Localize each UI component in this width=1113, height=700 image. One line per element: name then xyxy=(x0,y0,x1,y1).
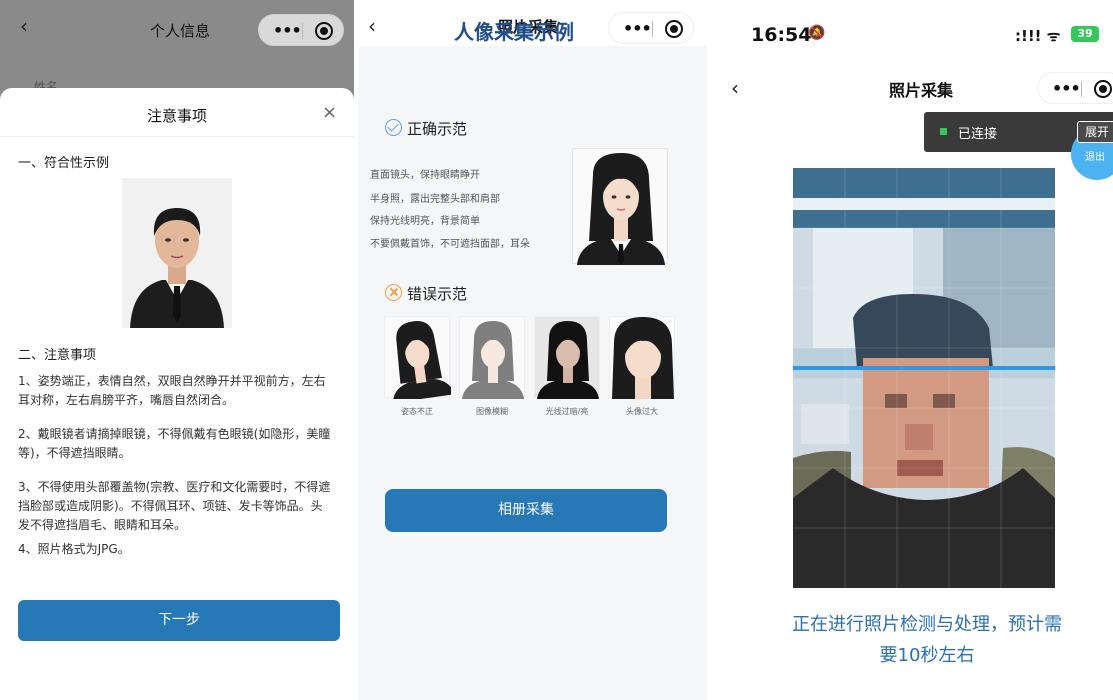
close-mini-program-icon[interactable] xyxy=(1094,80,1112,98)
wrong-caption: 图像模糊 xyxy=(476,407,508,416)
sample-portrait-photo xyxy=(122,178,232,328)
camera-preview xyxy=(793,168,1055,588)
wrong-sample-blurry xyxy=(459,316,525,399)
wrong-sample-lighting xyxy=(534,316,600,399)
section-heading-example: 一、符合性示例 xyxy=(18,156,110,171)
back-icon[interactable]: ‹ xyxy=(368,16,376,36)
mute-icon: 🔕 xyxy=(808,25,826,41)
status-time: 16:54 xyxy=(751,24,812,46)
close-icon[interactable]: × xyxy=(322,102,337,123)
signal-wifi-icon: :!!! ᯤ xyxy=(1015,27,1061,45)
notice-panel: ‹ 个人信息 ••• 姓名 注意事项 × 一、符合性示例 二、注意事项 1、姿势… xyxy=(0,0,354,700)
wrong-caption: 光线过暗/亮 xyxy=(545,407,589,416)
rule-item: 保持光线明亮，背景简单 xyxy=(370,216,480,227)
mini-program-capsule: ••• xyxy=(1037,72,1113,104)
scan-line xyxy=(793,366,1055,370)
sample-guide-panel: ‹ 照片采集 ••• 人像采集示例 正确示范 直面镜头，保持眼睛睁开 半身照，露… xyxy=(358,0,707,700)
wrong-heading: 错误示范 xyxy=(385,283,505,305)
next-step-button[interactable]: 下一步 xyxy=(18,600,340,641)
x-circle-icon xyxy=(385,284,402,301)
wrong-caption: 姿态不正 xyxy=(401,407,433,416)
notice-sheet: 注意事项 × 一、符合性示例 二、注意事项 1、姿势端正，表情自然，双眼自然睁开… xyxy=(0,88,354,700)
connected-status-icon xyxy=(940,128,947,135)
rule-item: 直面镜头，保持眼睛睁开 xyxy=(370,170,480,181)
note-item: 4、照片格式为JPG。 xyxy=(18,542,130,556)
page-title: 人像采集示例 xyxy=(454,20,574,44)
navigation-bar: ‹ 个人信息 ••• xyxy=(0,0,354,58)
wrong-caption: 头像过大 xyxy=(626,407,658,416)
rule-item: 不要佩戴首饰，不可遮挡面部，耳朵 xyxy=(370,239,530,250)
nav-title: 个人信息 xyxy=(150,22,211,40)
more-icon[interactable]: ••• xyxy=(1052,79,1081,98)
more-icon[interactable]: ••• xyxy=(273,21,302,40)
processing-message: 正在进行照片检测与处理，预计需要10秒左右 xyxy=(792,614,1062,666)
wrong-heading-label: 错误示范 xyxy=(407,285,468,303)
more-icon[interactable]: ••• xyxy=(623,19,652,38)
section-heading-notes: 二、注意事项 xyxy=(18,348,97,363)
mini-program-capsule: ••• xyxy=(608,12,694,44)
connected-text: 已连接 xyxy=(958,127,998,142)
wrong-sample-tilted xyxy=(384,316,455,403)
sheet-title: 注意事项 xyxy=(146,107,207,125)
close-mini-program-icon[interactable] xyxy=(665,20,683,38)
close-mini-program-icon[interactable] xyxy=(315,22,333,40)
capture-panel: 16:54 🔕 :!!! ᯤ 39 ‹ 照片采集 ••• 已连接 退出 展开 正… xyxy=(711,0,1113,700)
correct-heading-label: 正确示范 xyxy=(407,120,468,138)
note-item: 2、戴眼镜者请摘掉眼镜，不得佩戴有色眼镜(如隐形，美瞳等)，不得遮挡眼睛。 xyxy=(18,427,331,460)
back-icon[interactable]: ‹ xyxy=(20,16,28,36)
wrong-sample-oversized xyxy=(609,316,675,399)
album-capture-button[interactable]: 相册采集 xyxy=(385,489,667,532)
battery-icon: 39 xyxy=(1071,26,1099,42)
correct-sample-photo xyxy=(572,148,668,265)
rule-item: 半身照，露出完整头部和肩部 xyxy=(370,194,500,205)
expand-button[interactable]: 展开 xyxy=(1077,121,1113,143)
note-item: 3、不得使用头部覆盖物(宗教、医疗和文化需要时，不得遮挡脸部或造成阴影)。不得佩… xyxy=(18,480,331,532)
check-circle-icon xyxy=(385,119,402,136)
note-item: 1、姿势端正，表情自然，双眼自然睁开并平视前方，左右耳对称，左右肩膀平齐，嘴唇自… xyxy=(18,374,326,407)
mini-program-capsule: ••• xyxy=(258,14,344,46)
correct-heading: 正确示范 xyxy=(385,118,505,140)
